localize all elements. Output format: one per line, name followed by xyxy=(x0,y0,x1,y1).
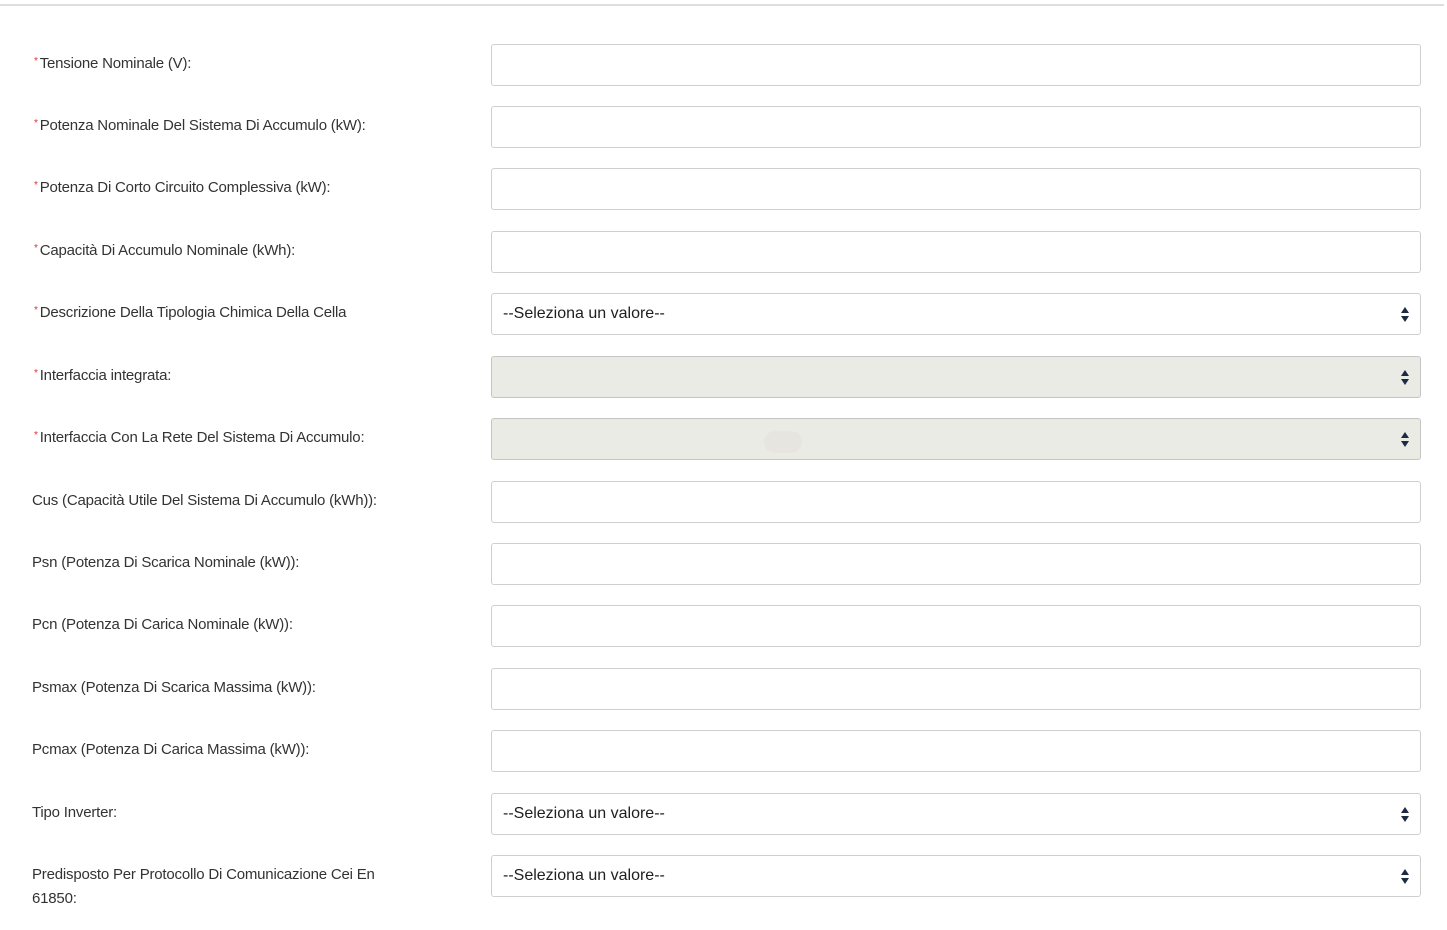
potenza-corto-circuito-input[interactable] xyxy=(491,168,1421,210)
form-row-psmax: Psmax (Potenza Di Scarica Massima (kW)): xyxy=(0,668,1447,710)
tipologia-chimica-select[interactable]: --Seleziona un valore-- xyxy=(491,293,1421,335)
field-label: Psmax (Potenza Di Scarica Massima (kW)): xyxy=(32,679,316,696)
form-row-capacita-accumulo: * Capacità Di Accumulo Nominale (kWh): xyxy=(0,231,1447,273)
field-label: * Potenza Di Corto Circuito Complessiva (… xyxy=(34,176,434,202)
form-row-pcmax: Pcmax (Potenza Di Carica Massima (kW)): xyxy=(0,730,1447,772)
select-arrows-icon xyxy=(1400,367,1410,387)
required-asterisk-icon: * xyxy=(34,180,38,191)
field-label: * Potenza Nominale Del Sistema Di Accumul… xyxy=(34,114,434,140)
field-label: * Interfaccia Con La Rete Del Sistema Di … xyxy=(34,426,434,452)
select-arrows-icon xyxy=(1400,429,1410,449)
form-row-interfaccia-integrata: * Interfaccia integrata: xyxy=(0,356,1447,398)
pcn-input[interactable] xyxy=(491,605,1421,647)
field-label: * Tensione Nominale (V): xyxy=(34,52,434,78)
field-label: Predisposto Per Protocollo Di Comunicazi… xyxy=(32,866,375,907)
label-text: Interfaccia Con La Rete Del Sistema Di A… xyxy=(39,429,365,446)
select-arrows-icon xyxy=(1400,866,1410,886)
form-row-psn: Psn (Potenza Di Scarica Nominale (kW)): xyxy=(0,543,1447,585)
form-row-tipo-inverter: Tipo Inverter: --Seleziona un valore-- xyxy=(0,793,1447,835)
potenza-nominale-input[interactable] xyxy=(491,106,1421,148)
tipo-inverter-select[interactable]: --Seleziona un valore-- xyxy=(491,793,1421,835)
label-text: Tensione Nominale (V): xyxy=(39,55,192,72)
required-asterisk-icon: * xyxy=(34,368,38,379)
field-label: Tipo Inverter: xyxy=(32,804,118,821)
form-row-cus: Cus (Capacità Utile Del Sistema Di Accum… xyxy=(0,481,1447,523)
tensione-nominale-input[interactable] xyxy=(491,44,1421,86)
form-row-tipologia-chimica: * Descrizione Della Tipologia Chimica Del… xyxy=(0,293,1447,335)
form-row-tensione-nominale: * Tensione Nominale (V): xyxy=(0,44,1447,86)
label-text: Descrizione Della Tipologia Chimica Dell… xyxy=(39,304,347,321)
select-value: --Seleziona un valore-- xyxy=(503,867,665,884)
label-text: Potenza Nominale Del Sistema Di Accumulo… xyxy=(39,117,366,134)
label-text: Potenza Di Corto Circuito Complessiva (k… xyxy=(39,179,331,196)
required-asterisk-icon: * xyxy=(34,305,38,316)
pcmax-input[interactable] xyxy=(491,730,1421,772)
select-value: --Seleziona un valore-- xyxy=(503,305,665,322)
select-arrows-icon xyxy=(1400,304,1410,324)
protocollo-cei-select[interactable]: --Seleziona un valore-- xyxy=(491,855,1421,897)
field-label: Psn (Potenza Di Scarica Nominale (kW)): xyxy=(32,554,300,571)
label-text: Interfaccia integrata: xyxy=(39,367,172,384)
required-asterisk-icon: * xyxy=(34,118,38,129)
form-row-potenza-corto-circuito: * Potenza Di Corto Circuito Complessiva (… xyxy=(0,168,1447,210)
label-text: Capacità Di Accumulo Nominale (kWh): xyxy=(39,242,296,259)
field-label: Cus (Capacità Utile Del Sistema Di Accum… xyxy=(32,492,377,509)
select-arrows-icon xyxy=(1400,804,1410,824)
form-row-pcn: Pcn (Potenza Di Carica Nominale (kW)): xyxy=(0,605,1447,647)
field-label: * Interfaccia integrata: xyxy=(34,364,434,390)
cus-input[interactable] xyxy=(491,481,1421,523)
interfaccia-rete-select[interactable] xyxy=(491,418,1421,460)
required-asterisk-icon: * xyxy=(34,56,38,67)
select-value: --Seleziona un valore-- xyxy=(503,805,665,822)
field-label: * Capacità Di Accumulo Nominale (kWh): xyxy=(34,239,434,265)
psn-input[interactable] xyxy=(491,543,1421,585)
capacita-accumulo-input[interactable] xyxy=(491,231,1421,273)
interfaccia-integrata-select[interactable] xyxy=(491,356,1421,398)
top-divider xyxy=(0,4,1444,6)
loading-placeholder xyxy=(764,431,802,453)
form-row-interfaccia-rete: * Interfaccia Con La Rete Del Sistema Di … xyxy=(0,418,1447,460)
form-row-protocollo-cei: Predisposto Per Protocollo Di Comunicazi… xyxy=(0,855,1447,907)
psmax-input[interactable] xyxy=(491,668,1421,710)
field-label: * Descrizione Della Tipologia Chimica Del… xyxy=(34,301,434,327)
field-label: Pcn (Potenza Di Carica Nominale (kW)): xyxy=(32,616,293,633)
form-row-potenza-nominale: * Potenza Nominale Del Sistema Di Accumul… xyxy=(0,106,1447,148)
required-asterisk-icon: * xyxy=(34,430,38,441)
required-asterisk-icon: * xyxy=(34,243,38,254)
field-label: Pcmax (Potenza Di Carica Massima (kW)): xyxy=(32,741,310,758)
